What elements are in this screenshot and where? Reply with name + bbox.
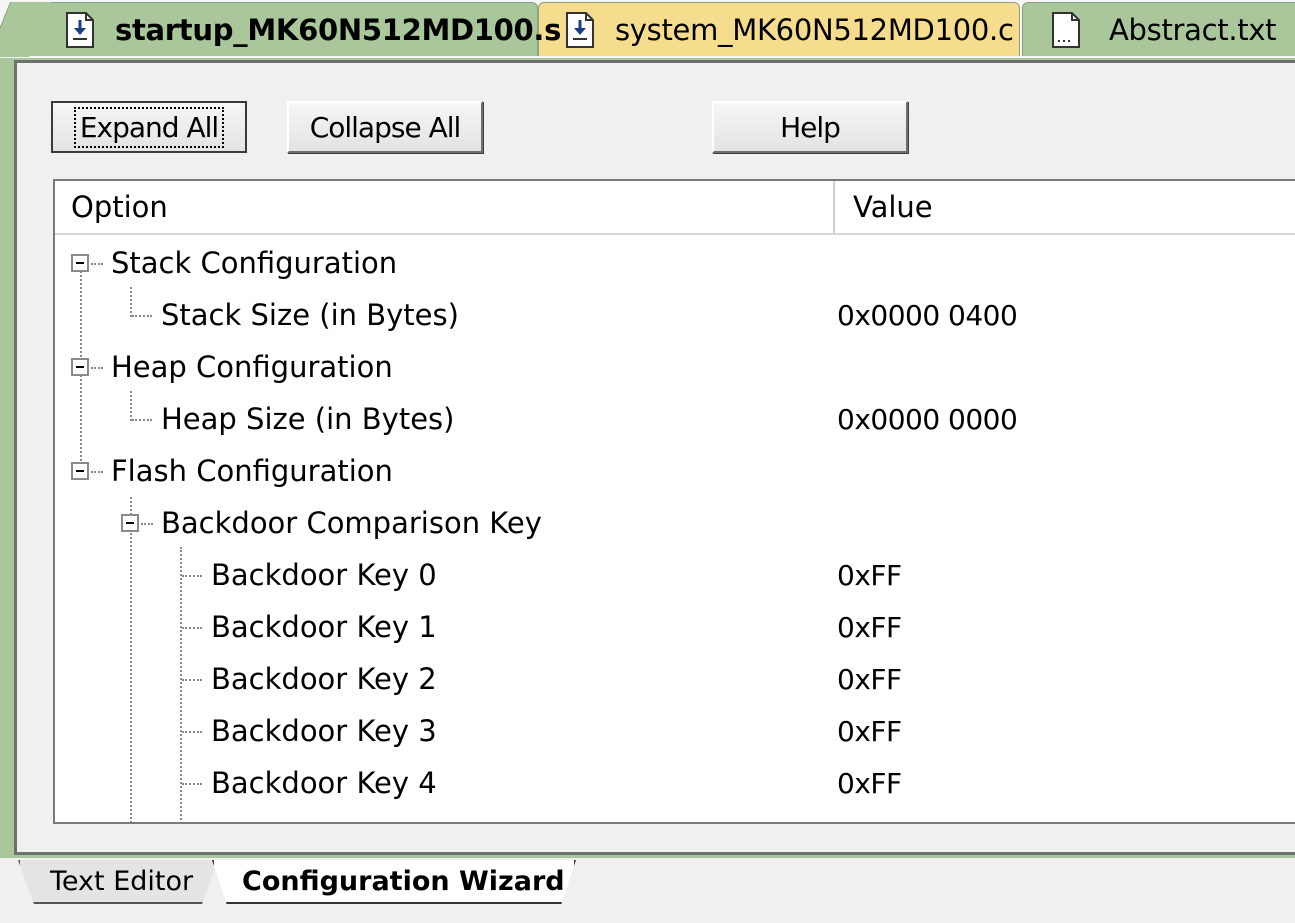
option-label: Stack Configuration [111,246,398,280]
tree-line [91,263,103,265]
tree-row-backdoor-key-0[interactable]: Backdoor Key 0 0xFF [55,549,1295,601]
option-value[interactable]: 0xFF [837,549,902,601]
option-label: Heap Configuration [111,350,393,384]
file-tab-bar: startup_MK60N512MD100.s system_MK60N512M… [0,0,1295,58]
view-tab-bar: Text Editor Configuration Wizard [0,858,1295,923]
option-value[interactable]: 0xFF [837,653,902,705]
tree-row-backdoor-key-1[interactable]: Backdoor Key 1 0xFF [55,601,1295,653]
help-button[interactable]: Help [712,101,908,153]
option-label: Backdoor Comparison Key [161,506,542,540]
option-value[interactable]: 0xFF [837,601,902,653]
tree-line [141,523,153,525]
options-tree-grid: Option Value Stack Configuration Stack S… [53,179,1295,824]
collapse-toggle-icon[interactable] [71,254,89,272]
tab-label: system_MK60N512MD100.c [615,12,1014,47]
expand-all-button[interactable]: Expand All [51,101,247,153]
column-header-option[interactable]: Option [71,181,168,233]
tree-row-heap-configuration[interactable]: Heap Configuration [55,341,1295,393]
option-label: Stack Size (in Bytes) [161,298,459,332]
option-value[interactable]: 0xFF [837,757,902,809]
option-label: Backdoor Key 1 [211,610,437,644]
option-label: Backdoor Key 4 [211,766,437,800]
column-header-value[interactable]: Value [853,181,933,233]
tree-row-stack-configuration[interactable]: Stack Configuration [55,237,1295,289]
tab-label: startup_MK60N512MD100.s [115,12,562,47]
option-label: Backdoor Key 0 [211,558,437,592]
collapse-toggle-icon[interactable] [71,462,89,480]
tab-label: Abstract.txt [1109,12,1277,47]
tree-row-backdoor-key-3[interactable]: Backdoor Key 3 0xFF [55,705,1295,757]
tab-configuration-wizard[interactable]: Configuration Wizard [212,860,576,904]
tree-line [91,367,103,369]
tree-row-backdoor-key-4[interactable]: Backdoor Key 4 0xFF [55,757,1295,809]
tab-abstract-file[interactable]: Abstract.txt [1022,2,1295,56]
collapse-toggle-icon[interactable] [71,358,89,376]
tree-row-backdoor-key-2[interactable]: Backdoor Key 2 0xFF [55,653,1295,705]
tree-line [91,471,103,473]
config-wizard-panel: Expand All Collapse All Help Option Valu… [14,60,1295,855]
tree-row-flash-configuration[interactable]: Flash Configuration [55,445,1295,497]
expand-all-label: Expand All [73,106,225,148]
option-value[interactable]: 0x0000 0000 [837,393,1018,445]
option-label: Backdoor Key 2 [211,662,437,696]
tab-system-file[interactable]: system_MK60N512MD100.c [538,2,1020,56]
grid-header: Option Value [55,181,1295,235]
tree-row-stack-size[interactable]: Stack Size (in Bytes) 0x0000 0400 [55,289,1295,341]
file-download-icon [65,11,95,48]
text-file-icon [1051,11,1081,48]
option-label: Heap Size (in Bytes) [161,402,455,436]
tab-startup-file[interactable]: startup_MK60N512MD100.s [16,2,561,56]
tree-row-backdoor-comparison-key[interactable]: Backdoor Comparison Key [55,497,1295,549]
file-download-icon [565,11,595,48]
option-label: Backdoor Key 3 [211,714,437,748]
option-label: Flash Configuration [111,454,393,488]
tree-row-heap-size[interactable]: Heap Size (in Bytes) 0x0000 0000 [55,393,1295,445]
option-value[interactable]: 0x0000 0400 [837,289,1018,341]
collapse-toggle-icon[interactable] [121,514,139,532]
collapse-all-button[interactable]: Collapse All [287,101,483,153]
option-value[interactable]: 0xFF [837,705,902,757]
column-divider[interactable] [833,181,836,233]
tab-text-editor[interactable]: Text Editor [18,860,218,904]
